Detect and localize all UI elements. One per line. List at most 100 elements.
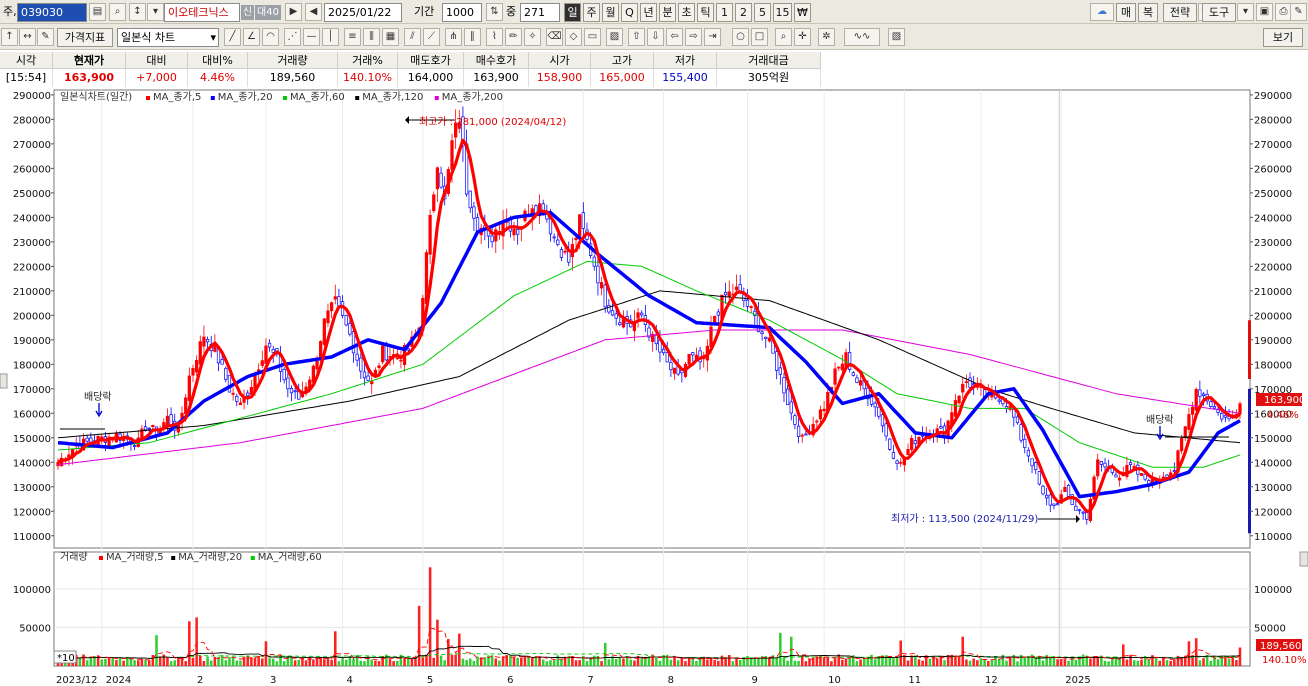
volume-bar[interactable] [410, 658, 414, 666]
volume-bar[interactable] [312, 659, 315, 666]
volume-bar[interactable] [822, 657, 826, 666]
chart-type-select[interactable]: 일본식 차트 ▾ [117, 28, 219, 47]
date-picker[interactable]: 2025/01/22 [324, 3, 402, 22]
candle-body[interactable] [716, 311, 720, 316]
volume-bar[interactable] [1125, 659, 1129, 666]
volume-bar[interactable] [921, 660, 924, 666]
angle-line-icon[interactable]: ∠ [243, 28, 260, 46]
volume-bar[interactable] [173, 660, 177, 666]
volume-bar[interactable] [644, 658, 647, 666]
volume-bar[interactable] [957, 655, 961, 666]
volume-bar[interactable] [155, 635, 158, 666]
volume-bar[interactable] [392, 661, 395, 666]
volume-bar[interactable] [162, 654, 166, 666]
volume-bar[interactable] [257, 655, 260, 666]
settings-wrench-icon[interactable]: ✎ [1290, 3, 1307, 21]
candle-body[interactable] [815, 420, 819, 423]
volume-bar[interactable] [195, 617, 198, 666]
candle-body[interactable] [961, 383, 965, 393]
volume-bar[interactable] [1202, 658, 1205, 666]
volume-bar[interactable] [439, 655, 443, 666]
volume-bar[interactable] [552, 660, 556, 666]
currency-button[interactable]: ₩ [794, 3, 811, 22]
candle-body[interactable] [1096, 459, 1100, 477]
volume-bar[interactable] [790, 636, 793, 666]
volume-bar[interactable] [472, 660, 476, 666]
zoom-icon[interactable]: ⌕ [775, 28, 792, 46]
volume-bar[interactable] [133, 660, 136, 666]
volume-bar[interactable] [1023, 656, 1027, 666]
candle-body[interactable] [1099, 461, 1103, 465]
candle-body[interactable] [351, 331, 356, 354]
volume-bar[interactable] [202, 660, 206, 666]
candle-body[interactable] [289, 387, 294, 394]
next-arrow-icon[interactable]: ▶ [285, 3, 302, 21]
volume-bar[interactable] [206, 656, 209, 666]
candle-body[interactable] [837, 366, 841, 369]
volume-bar[interactable] [706, 659, 709, 666]
volume-bar[interactable] [301, 657, 304, 666]
interval-15-button[interactable]: 15 [773, 3, 792, 22]
volume-bar[interactable] [436, 619, 439, 666]
volume-bar[interactable] [600, 661, 603, 666]
volume-bar[interactable] [1034, 657, 1037, 666]
volume-bar[interactable] [239, 660, 242, 666]
volume-bar[interactable] [191, 657, 195, 666]
volume-bar[interactable] [414, 657, 417, 666]
candle-body[interactable] [435, 167, 440, 190]
volume-bar[interactable] [1049, 657, 1052, 666]
candle-body[interactable] [610, 310, 615, 316]
volume-bar[interactable] [293, 660, 297, 666]
horizontal-move-icon[interactable]: ↔ [19, 28, 36, 46]
volume-bar[interactable] [987, 660, 990, 666]
candle-body[interactable] [202, 336, 206, 347]
volume-bar[interactable] [104, 658, 107, 666]
indicator-compare-icon[interactable]: ∿∿ [844, 28, 880, 46]
candle-body[interactable] [851, 372, 855, 376]
volume-bar[interactable] [954, 655, 957, 666]
candle-body[interactable] [238, 402, 243, 406]
volume-bar[interactable] [618, 656, 622, 666]
volume-bar[interactable] [443, 660, 446, 666]
volume-bar[interactable] [396, 660, 399, 666]
candle-body[interactable] [1180, 438, 1184, 452]
candle-body[interactable] [745, 299, 750, 307]
volume-bar[interactable] [585, 661, 589, 666]
volume-bar[interactable] [713, 659, 716, 666]
candle-body[interactable] [603, 284, 607, 308]
unit-year-button[interactable]: 년 [640, 3, 657, 22]
candle-body[interactable] [220, 359, 224, 365]
candle-body[interactable] [89, 437, 93, 443]
volume-bar[interactable] [848, 658, 851, 666]
volume-bar[interactable] [465, 660, 468, 666]
candle-body[interactable] [552, 236, 556, 239]
volume-bar[interactable] [979, 658, 983, 666]
note-icon[interactable]: ▭ [584, 28, 601, 46]
candle-body[interactable] [796, 425, 801, 437]
candle-body[interactable] [359, 357, 363, 372]
candle-body[interactable] [132, 445, 137, 447]
candle-body[interactable] [344, 315, 348, 326]
candle-body[interactable] [264, 345, 268, 364]
volume-bar[interactable] [538, 656, 541, 666]
save-icon[interactable]: ▣ [1256, 3, 1273, 21]
unit-week-button[interactable]: 주 [583, 3, 600, 22]
candle-body[interactable] [891, 452, 896, 459]
candle-body[interactable] [581, 212, 585, 229]
tools-dropdown-icon[interactable]: ▾ [1237, 3, 1254, 21]
volume-bar[interactable] [261, 658, 264, 666]
volume-bar[interactable] [100, 659, 104, 666]
candle-body[interactable] [669, 361, 673, 371]
volume-bar[interactable] [82, 654, 85, 666]
volume-bar[interactable] [326, 658, 330, 666]
volume-bar[interactable] [228, 657, 231, 666]
vertical-line-icon[interactable]: │ [322, 28, 339, 46]
volume-bar[interactable] [808, 658, 811, 666]
candle-body[interactable] [1034, 462, 1038, 470]
candle-body[interactable] [1117, 477, 1122, 481]
candle-body[interactable] [636, 312, 640, 319]
volume-bar[interactable] [560, 658, 563, 666]
volume-bar[interactable] [793, 660, 797, 666]
candle-body[interactable] [286, 377, 290, 390]
volume-bar[interactable] [530, 657, 534, 666]
